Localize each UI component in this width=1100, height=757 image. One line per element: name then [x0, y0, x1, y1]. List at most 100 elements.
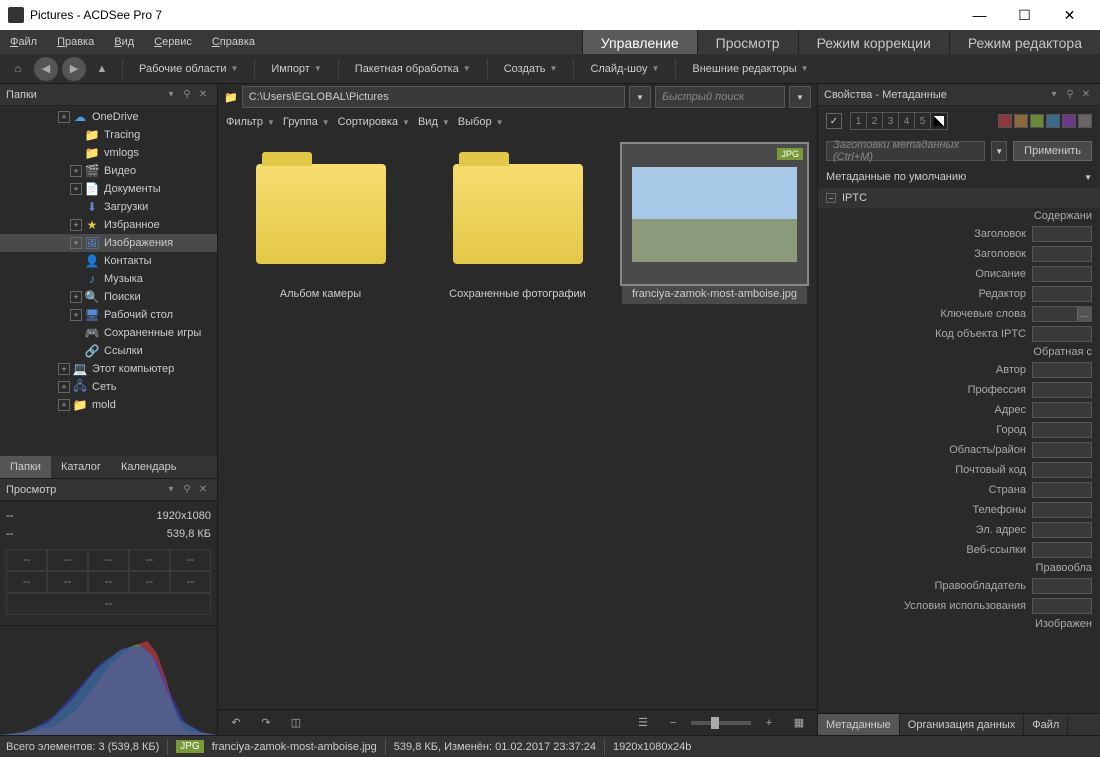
home-icon[interactable]: ⌂	[6, 57, 30, 81]
panel-pin-icon[interactable]: ⚲	[1062, 87, 1078, 103]
meta-input[interactable]	[1032, 502, 1092, 518]
mode-tab[interactable]: Управление	[582, 30, 697, 56]
compare-icon[interactable]: ◫	[284, 711, 308, 735]
tree-item[interactable]: 📁vmlogs	[0, 144, 217, 162]
apply-button[interactable]: Применить	[1013, 141, 1092, 161]
meta-input[interactable]	[1032, 598, 1092, 614]
menu-Файл[interactable]: Файл	[0, 30, 47, 54]
panel-pin-icon[interactable]: ⚲	[179, 482, 195, 498]
thumbnail-area[interactable]: Альбом камерыСохраненные фотографииJPGfr…	[218, 134, 817, 709]
zoom-out-icon[interactable]: −	[661, 711, 685, 735]
toolbar-dropdown[interactable]: Рабочие области▼	[131, 57, 246, 81]
quick-search-input[interactable]: Быстрый поиск	[655, 86, 785, 108]
filter-dropdown[interactable]: Выбор▼	[458, 116, 504, 128]
color-swatch[interactable]	[998, 114, 1012, 128]
path-input[interactable]: C:\Users\EGLOBAL\Pictures	[242, 86, 625, 108]
tree-item[interactable]: 📁Tracing	[0, 126, 217, 144]
zoom-slider[interactable]	[691, 721, 751, 725]
color-swatch[interactable]	[1014, 114, 1028, 128]
panel-menu-icon[interactable]: ▾	[1046, 87, 1062, 103]
color-swatch[interactable]	[1046, 114, 1060, 128]
tree-item[interactable]: 👤Контакты	[0, 252, 217, 270]
tree-item[interactable]: +📁mold	[0, 396, 217, 414]
rating-number[interactable]: 2	[867, 113, 883, 129]
rating-numbers[interactable]: 12345	[850, 112, 948, 130]
tree-item[interactable]: +🖥Рабочий стол	[0, 306, 217, 324]
meta-input[interactable]	[1032, 402, 1092, 418]
folders-tab[interactable]: Каталог	[51, 456, 111, 478]
mode-tab[interactable]: Просмотр	[697, 30, 798, 56]
meta-input[interactable]	[1032, 266, 1092, 282]
toolbar-dropdown[interactable]: Внешние редакторы▼	[684, 57, 816, 81]
thumbnail[interactable]: JPGfranciya-zamok-most-amboise.jpg	[622, 144, 807, 304]
meta-input[interactable]	[1032, 542, 1092, 558]
meta-input[interactable]	[1032, 246, 1092, 262]
panel-close-icon[interactable]: ✕	[195, 87, 211, 103]
meta-input[interactable]	[1032, 422, 1092, 438]
tree-item[interactable]: +💻Этот компьютер	[0, 360, 217, 378]
mode-tab[interactable]: Режим коррекции	[798, 30, 949, 56]
meta-input[interactable]	[1032, 522, 1092, 538]
rating-clear[interactable]	[931, 113, 947, 129]
folders-tab[interactable]: Календарь	[111, 456, 187, 478]
metadata-default-dropdown[interactable]: Метаданные по умолчанию ▼	[818, 166, 1100, 188]
filter-dropdown[interactable]: Группа▼	[283, 116, 330, 128]
path-dropdown-icon[interactable]: ▼	[629, 86, 651, 108]
properties-tab[interactable]: Файл	[1024, 714, 1068, 735]
meta-input[interactable]	[1032, 482, 1092, 498]
color-swatch[interactable]	[1030, 114, 1044, 128]
rating-number[interactable]: 3	[883, 113, 899, 129]
nav-up-icon[interactable]: ▲	[90, 57, 114, 81]
rating-number[interactable]: 5	[915, 113, 931, 129]
toolbar-dropdown[interactable]: Создать▼	[496, 57, 566, 81]
menu-Правка[interactable]: Правка	[47, 30, 104, 54]
meta-input[interactable]	[1032, 462, 1092, 478]
meta-input[interactable]	[1032, 362, 1092, 378]
properties-tab[interactable]: Организация данных	[900, 714, 1025, 735]
filter-dropdown[interactable]: Фильтр▼	[226, 116, 275, 128]
preset-caret-icon[interactable]: ▼	[991, 141, 1007, 161]
thumbnail[interactable]: Сохраненные фотографии	[425, 144, 610, 304]
nav-forward-icon[interactable]: ▶	[62, 57, 86, 81]
panel-menu-icon[interactable]: ▾	[163, 87, 179, 103]
tree-item[interactable]: +🖧Сеть	[0, 378, 217, 396]
view-list-icon[interactable]: ☰	[631, 711, 655, 735]
tree-item[interactable]: +🖼Изображения	[0, 234, 217, 252]
zoom-in-icon[interactable]: +	[757, 711, 781, 735]
tree-item[interactable]: 🔗Ссылки	[0, 342, 217, 360]
metadata-preset-dropdown[interactable]: Заготовки метаданных (Ctrl+M)	[826, 141, 985, 161]
rotate-right-icon[interactable]: ↷	[254, 711, 278, 735]
tree-item[interactable]: +☁OneDrive	[0, 108, 217, 126]
meta-input[interactable]	[1032, 382, 1092, 398]
toolbar-dropdown[interactable]: Слайд-шоу▼	[582, 57, 667, 81]
thumbnail[interactable]: Альбом камеры	[228, 144, 413, 304]
minimize-button[interactable]: —	[957, 0, 1002, 30]
meta-input[interactable]: …	[1032, 306, 1092, 322]
tree-item[interactable]: ♪Музыка	[0, 270, 217, 288]
iptc-section-header[interactable]: − IPTC	[818, 188, 1100, 208]
tree-item[interactable]: +🔍Поиски	[0, 288, 217, 306]
color-labels[interactable]	[998, 114, 1092, 128]
folder-tree[interactable]: +☁OneDrive📁Tracing📁vmlogs+🎬Видео+📄Докуме…	[0, 106, 217, 456]
nav-back-icon[interactable]: ◀	[34, 57, 58, 81]
meta-input[interactable]	[1032, 226, 1092, 242]
meta-input[interactable]	[1032, 578, 1092, 594]
menu-Вид[interactable]: Вид	[104, 30, 144, 54]
toolbar-dropdown[interactable]: Пакетная обработка▼	[347, 57, 479, 81]
search-dropdown-icon[interactable]: ▼	[789, 86, 811, 108]
rating-number[interactable]: 1	[851, 113, 867, 129]
meta-input[interactable]	[1032, 442, 1092, 458]
rotate-left-icon[interactable]: ↶	[224, 711, 248, 735]
close-button[interactable]: ✕	[1047, 0, 1092, 30]
maximize-button[interactable]: ☐	[1002, 0, 1047, 30]
filter-dropdown[interactable]: Сортировка▼	[338, 116, 410, 128]
tree-item[interactable]: ⬇Загрузки	[0, 198, 217, 216]
menu-Справка[interactable]: Справка	[202, 30, 265, 54]
meta-input[interactable]	[1032, 326, 1092, 342]
color-swatch[interactable]	[1078, 114, 1092, 128]
panel-close-icon[interactable]: ✕	[1078, 87, 1094, 103]
panel-close-icon[interactable]: ✕	[195, 482, 211, 498]
panel-menu-icon[interactable]: ▾	[163, 482, 179, 498]
filter-dropdown[interactable]: Вид▼	[418, 116, 450, 128]
tree-item[interactable]: 🎮Сохраненные игры	[0, 324, 217, 342]
